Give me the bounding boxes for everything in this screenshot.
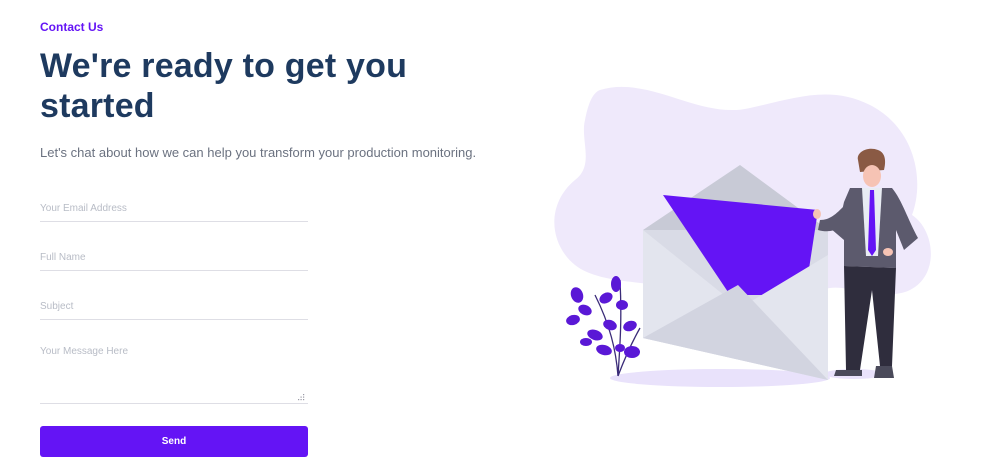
subject-field[interactable] [40,294,308,320]
send-button[interactable]: Send [40,426,308,457]
resize-grip-icon[interactable] [296,393,305,402]
page-title: We're ready to get you started [40,47,408,125]
page-subtitle: Let's chat about how we can help you tra… [40,145,477,160]
full-name-field[interactable] [40,245,308,271]
plant-icon [566,276,641,377]
message-field[interactable] [40,344,308,404]
email-field[interactable] [40,196,308,222]
section-eyebrow: Contact Us [40,20,104,34]
contact-illustration [554,86,931,387]
